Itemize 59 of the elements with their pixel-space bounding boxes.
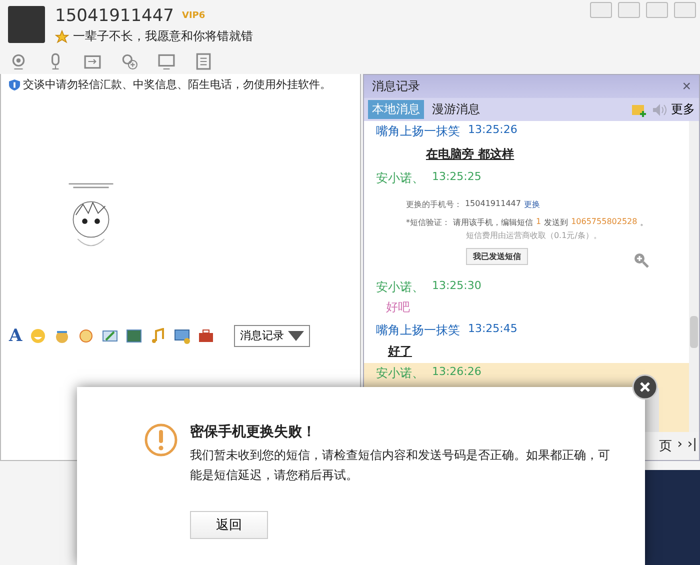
sms-number: 1065755802528: [571, 217, 638, 228]
sms-instruction: 请用该手机，编辑短信: [452, 217, 533, 228]
sender-name: 安小诺、: [376, 279, 424, 296]
panel-title: 消息记录: [372, 78, 420, 95]
dialog-title: 密保手机更换失败！: [190, 423, 317, 441]
monitor-icon[interactable]: [174, 328, 190, 344]
toolbox-icon[interactable]: [198, 328, 214, 344]
zoom-in-icon[interactable]: [633, 252, 649, 268]
webcam-icon[interactable]: [10, 53, 27, 70]
message-entry[interactable]: 安小诺、 13:25:25 更换的手机号： 15041911447 更换 *短信验证： 请用该手机，编辑短信 1 发送到 1065755802528 。 短信费用由运营商收取（0.1元/条）。 我已发送短信: [364, 168, 689, 277]
image-icon[interactable]: [126, 328, 142, 344]
message-text: 在电脑旁 都这样: [424, 146, 516, 163]
vip-label: VIP6: [182, 11, 206, 21]
contact-name: 15041911447: [55, 6, 174, 26]
star-icon: [55, 30, 69, 44]
pager-link[interactable]: ›: [677, 437, 682, 455]
message-time: 13:25:30: [432, 279, 482, 294]
message-time: 13:25:45: [468, 322, 518, 337]
sender-name: 安小诺、: [376, 365, 424, 382]
sent-sms-button: 我已发送短信: [466, 248, 528, 265]
document-icon[interactable]: [195, 53, 212, 70]
back-button[interactable]: 返回: [190, 511, 268, 539]
scrollbar[interactable]: [689, 121, 699, 432]
phone-number: 15041911447: [464, 199, 521, 210]
warning-icon: [144, 423, 178, 457]
dialog-message: 我们暂未收到您的短信，请检查短信内容和发送号码是否正确。如果都正确，可能是短信延迟，请您稍后再试。: [190, 447, 611, 484]
message-time: 13:25:26: [468, 123, 518, 138]
message-entry[interactable]: 嘴角上扬一抹笑 13:25:26 在电脑旁 都这样: [364, 121, 689, 168]
pager-link[interactable]: ›|: [687, 437, 697, 455]
add-person-icon[interactable]: [121, 53, 138, 70]
history-tab[interactable]: 漫游消息: [428, 100, 484, 119]
pager-link[interactable]: 页: [659, 437, 672, 455]
sender-name: 嘴角上扬一抹笑: [376, 123, 460, 140]
more-button[interactable]: 更多: [671, 101, 695, 118]
message-text: 好了: [386, 343, 413, 360]
message-time: 13:25:25: [432, 170, 482, 185]
shield-icon: [9, 78, 20, 90]
message-entry[interactable]: 嘴角上扬一抹笑 13:25:45 好了: [364, 320, 689, 363]
music-icon[interactable]: [150, 328, 166, 344]
field-label: 更换的手机号：: [406, 199, 462, 210]
screenshot-icon[interactable]: [102, 328, 118, 344]
sender-name: 嘴角上扬一抹笑: [376, 322, 460, 339]
message-text: 好吧: [384, 299, 411, 316]
file-transfer-icon[interactable]: [84, 53, 101, 70]
sms-instruction: 发送到: [544, 217, 568, 228]
field-label: *短信验证：: [406, 217, 450, 228]
close-button[interactable]: ×: [682, 78, 691, 95]
sms-instruction: 。: [640, 217, 648, 228]
smiley-icon[interactable]: [30, 328, 46, 344]
signature: 一辈子不长，我愿意和你将错就错: [73, 28, 253, 45]
screen-share-icon[interactable]: [158, 53, 175, 70]
font-button[interactable]: A: [9, 326, 22, 346]
fee-note: 短信费用由运营商收取（0.1元/条）。: [466, 230, 602, 241]
change-link: 更换: [524, 199, 540, 210]
message-time: 13:26:26: [432, 365, 482, 380]
sender-name: 安小诺、: [376, 170, 424, 187]
message-history-button[interactable]: 消息记录: [234, 325, 310, 347]
safety-notice: 交谈中请勿轻信汇款、中奖信息、陌生电话，勿使用外挂软件。: [23, 77, 331, 92]
sms-code: 1: [536, 217, 542, 228]
